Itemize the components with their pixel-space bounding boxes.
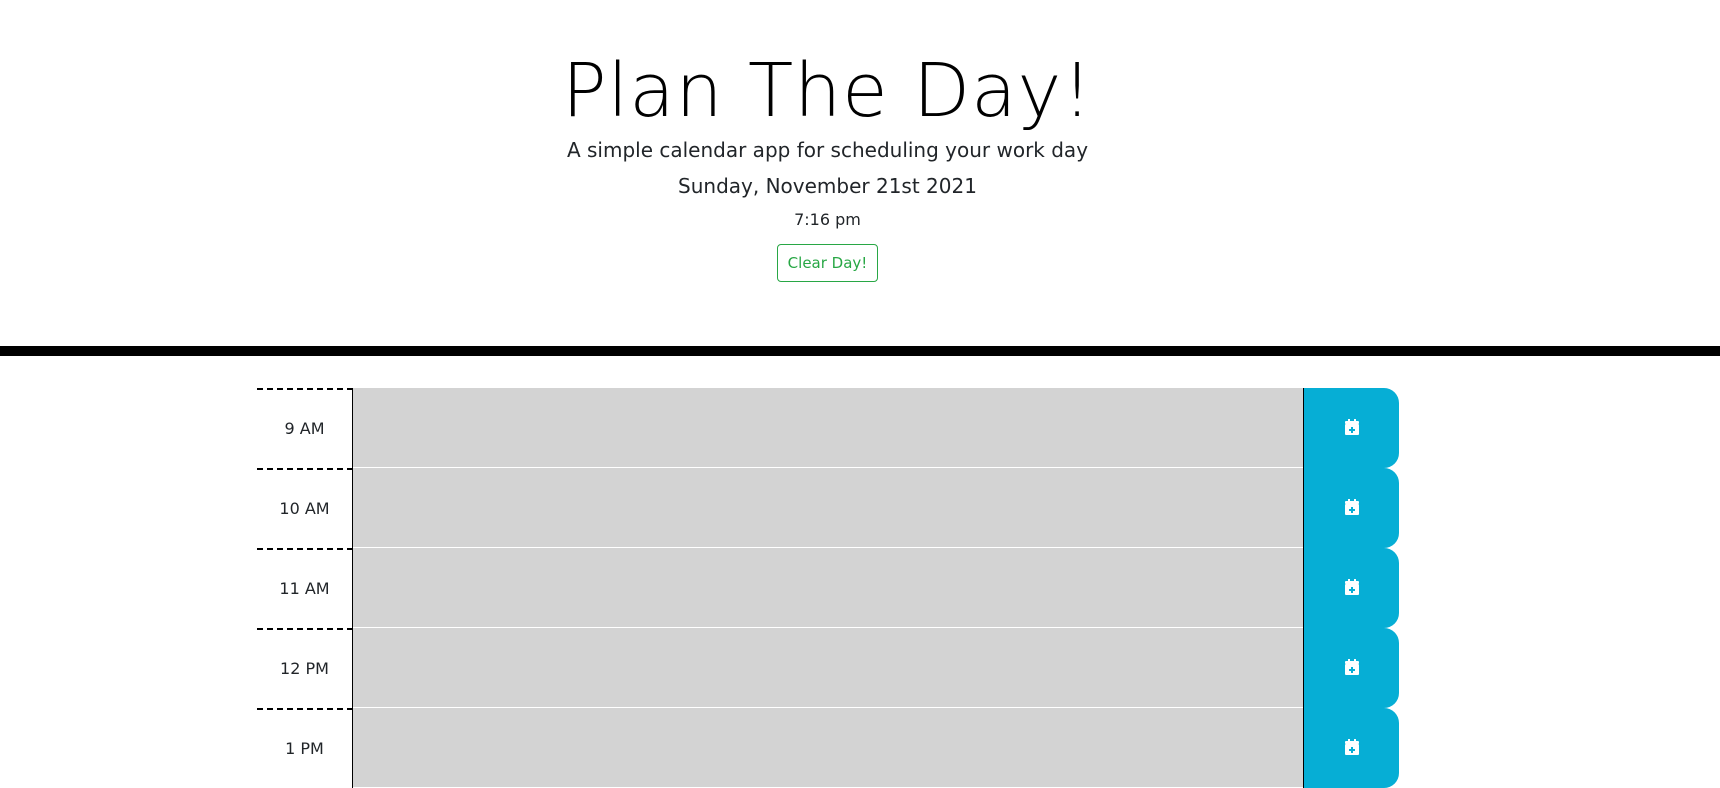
save-button[interactable] <box>1303 468 1399 548</box>
save-button[interactable] <box>1303 708 1399 788</box>
calendar-plus-icon <box>1345 659 1359 675</box>
event-input[interactable] <box>353 548 1303 628</box>
jumbotron-header: Plan The Day! A simple calendar app for … <box>0 0 1720 346</box>
hour-label: 1 PM <box>257 708 353 788</box>
clear-day-button[interactable]: Clear Day! <box>777 244 878 282</box>
timeslot-row: 10 AM <box>257 468 1399 548</box>
hour-label: 9 AM <box>257 388 353 468</box>
event-input[interactable] <box>353 468 1303 548</box>
save-button[interactable] <box>1303 388 1399 468</box>
hour-label: 10 AM <box>257 468 353 548</box>
timeslot-row: 11 AM <box>257 548 1399 628</box>
current-time: 7:16 pm <box>794 210 861 229</box>
save-button[interactable] <box>1303 548 1399 628</box>
timeslot-list: 9 AM 10 AM 11 AM 12 PM 1 PM <box>257 388 1399 788</box>
timeslot-row: 12 PM <box>257 628 1399 708</box>
timeslot-row: 9 AM <box>257 388 1399 468</box>
calendar-plus-icon <box>1345 739 1359 755</box>
calendar-plus-icon <box>1345 499 1359 515</box>
page-title: Plan The Day! <box>562 48 1093 134</box>
header-divider <box>0 346 1720 356</box>
calendar-plus-icon <box>1345 419 1359 435</box>
page-subtitle: A simple calendar app for scheduling you… <box>566 138 1089 162</box>
hour-label: 11 AM <box>257 548 353 628</box>
calendar-plus-icon <box>1345 579 1359 595</box>
current-date: Sunday, November 21st 2021 <box>678 174 977 198</box>
event-input[interactable] <box>353 628 1303 708</box>
timeslot-row: 1 PM <box>257 708 1399 788</box>
event-input[interactable] <box>353 388 1303 468</box>
event-input[interactable] <box>353 708 1303 788</box>
save-button[interactable] <box>1303 628 1399 708</box>
hour-label: 12 PM <box>257 628 353 708</box>
